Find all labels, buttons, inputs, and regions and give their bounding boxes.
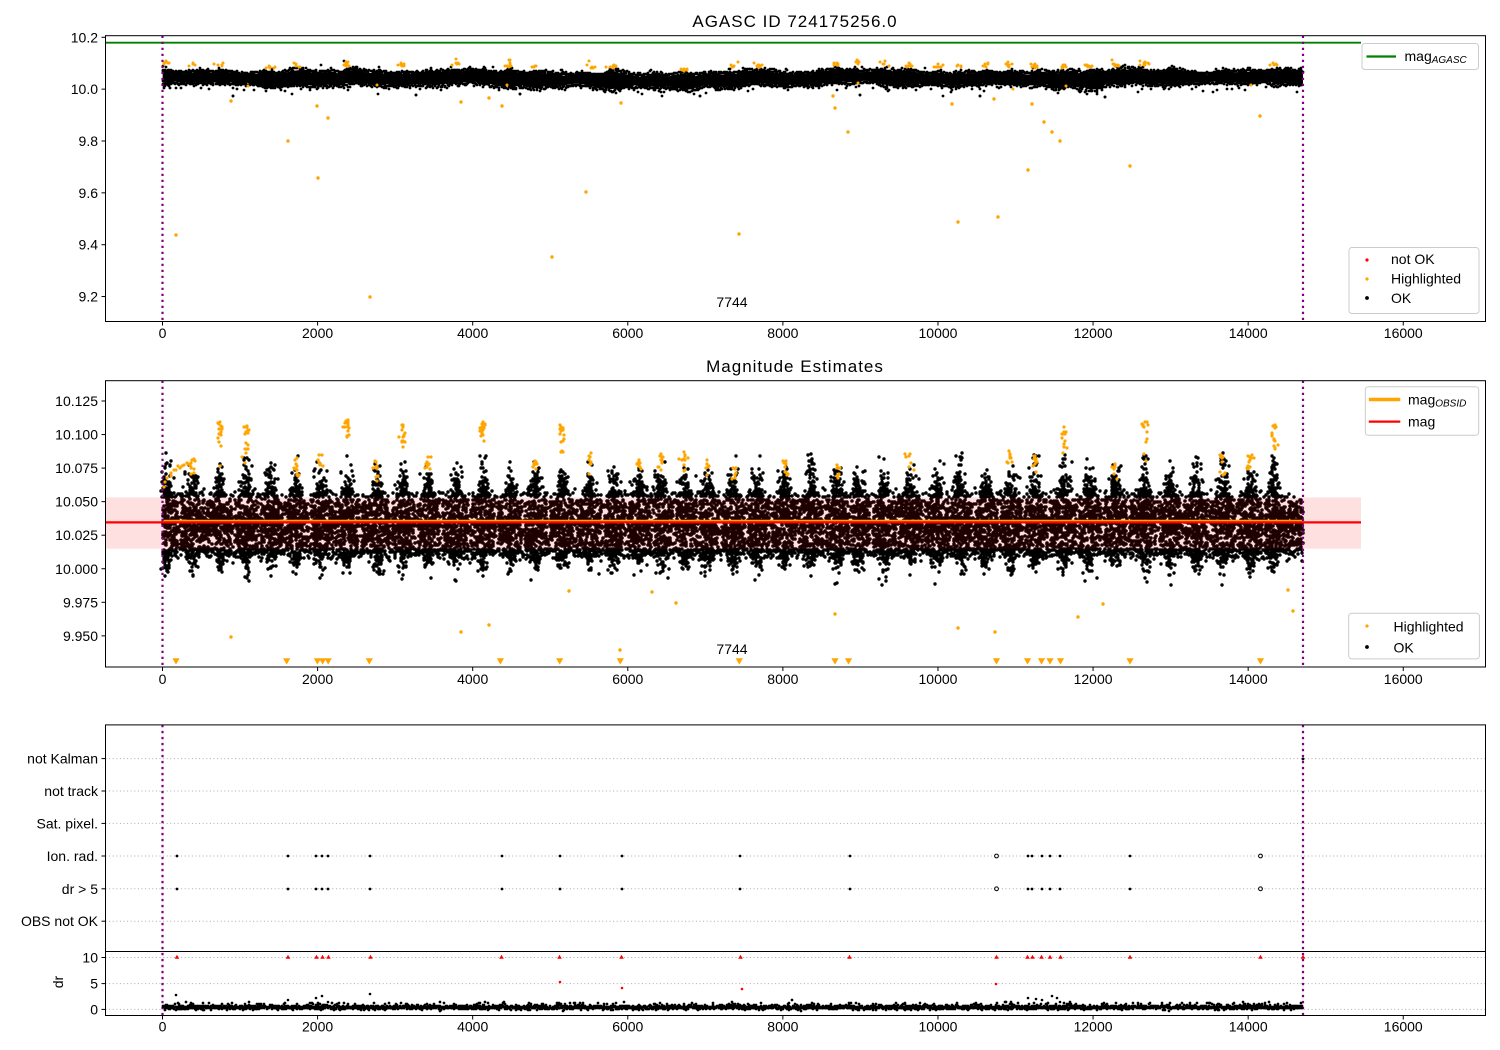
svg-text:Highlighted: Highlighted [1394, 618, 1464, 634]
svg-text:2000: 2000 [302, 671, 333, 687]
svg-text:0: 0 [159, 671, 167, 687]
svg-text:14000: 14000 [1229, 671, 1268, 687]
svg-text:10000: 10000 [919, 1019, 958, 1035]
svg-text:0: 0 [159, 1019, 167, 1035]
svg-text:dr: dr [50, 975, 66, 988]
svg-text:10000: 10000 [919, 325, 958, 341]
svg-text:9.975: 9.975 [63, 594, 98, 610]
svg-text:10000: 10000 [919, 671, 958, 687]
svg-text:10.2: 10.2 [71, 29, 98, 45]
svg-text:9.950: 9.950 [63, 628, 98, 644]
svg-text:10.025: 10.025 [55, 527, 98, 543]
svg-text:8000: 8000 [767, 325, 798, 341]
svg-text:6000: 6000 [612, 1019, 643, 1035]
svg-text:dr > 5: dr > 5 [62, 881, 98, 897]
svg-text:AGASC ID 724175256.0: AGASC ID 724175256.0 [692, 12, 897, 31]
svg-text:Magnitude Estimates: Magnitude Estimates [706, 357, 884, 376]
svg-text:14000: 14000 [1229, 325, 1268, 341]
svg-text:4000: 4000 [457, 325, 488, 341]
svg-text:10.125: 10.125 [55, 393, 98, 409]
svg-text:not OK: not OK [1391, 251, 1435, 267]
svg-text:5: 5 [90, 976, 98, 992]
svg-text:12000: 12000 [1074, 325, 1113, 341]
svg-text:9.4: 9.4 [79, 237, 99, 253]
svg-text:not Kalman: not Kalman [27, 751, 98, 767]
svg-text:14000: 14000 [1229, 1019, 1268, 1035]
svg-text:6000: 6000 [612, 325, 643, 341]
svg-text:8000: 8000 [767, 671, 798, 687]
svg-text:OBS not OK: OBS not OK [21, 913, 99, 929]
svg-text:10.000: 10.000 [55, 561, 98, 577]
svg-text:12000: 12000 [1074, 671, 1113, 687]
svg-text:OK: OK [1394, 639, 1415, 655]
svg-text:10.050: 10.050 [55, 494, 98, 510]
svg-text:6000: 6000 [612, 671, 643, 687]
svg-text:8000: 8000 [767, 1019, 798, 1035]
svg-text:9.2: 9.2 [79, 289, 99, 305]
svg-text:4000: 4000 [457, 1019, 488, 1035]
svg-text:Sat. pixel.: Sat. pixel. [37, 815, 98, 831]
svg-text:OK: OK [1391, 290, 1412, 306]
svg-text:12000: 12000 [1074, 1019, 1113, 1035]
svg-text:16000: 16000 [1384, 325, 1423, 341]
svg-text:10.075: 10.075 [55, 460, 98, 476]
svg-text:16000: 16000 [1384, 671, 1423, 687]
svg-text:not track: not track [44, 783, 99, 799]
svg-text:9.6: 9.6 [79, 185, 99, 201]
svg-text:10: 10 [82, 950, 98, 966]
svg-text:10.0: 10.0 [71, 81, 98, 97]
svg-text:16000: 16000 [1384, 1019, 1423, 1035]
svg-text:Ion. rad.: Ion. rad. [47, 848, 98, 864]
svg-text:10.100: 10.100 [55, 427, 98, 443]
svg-text:9.8: 9.8 [79, 133, 99, 149]
svg-text:mag: mag [1408, 414, 1435, 430]
svg-text:7744: 7744 [716, 641, 747, 657]
svg-text:0: 0 [90, 1001, 98, 1017]
svg-text:2000: 2000 [302, 325, 333, 341]
svg-text:0: 0 [159, 325, 167, 341]
svg-text:4000: 4000 [457, 671, 488, 687]
svg-text:Highlighted: Highlighted [1391, 271, 1461, 287]
svg-text:7744: 7744 [716, 294, 747, 310]
svg-text:2000: 2000 [302, 1019, 333, 1035]
